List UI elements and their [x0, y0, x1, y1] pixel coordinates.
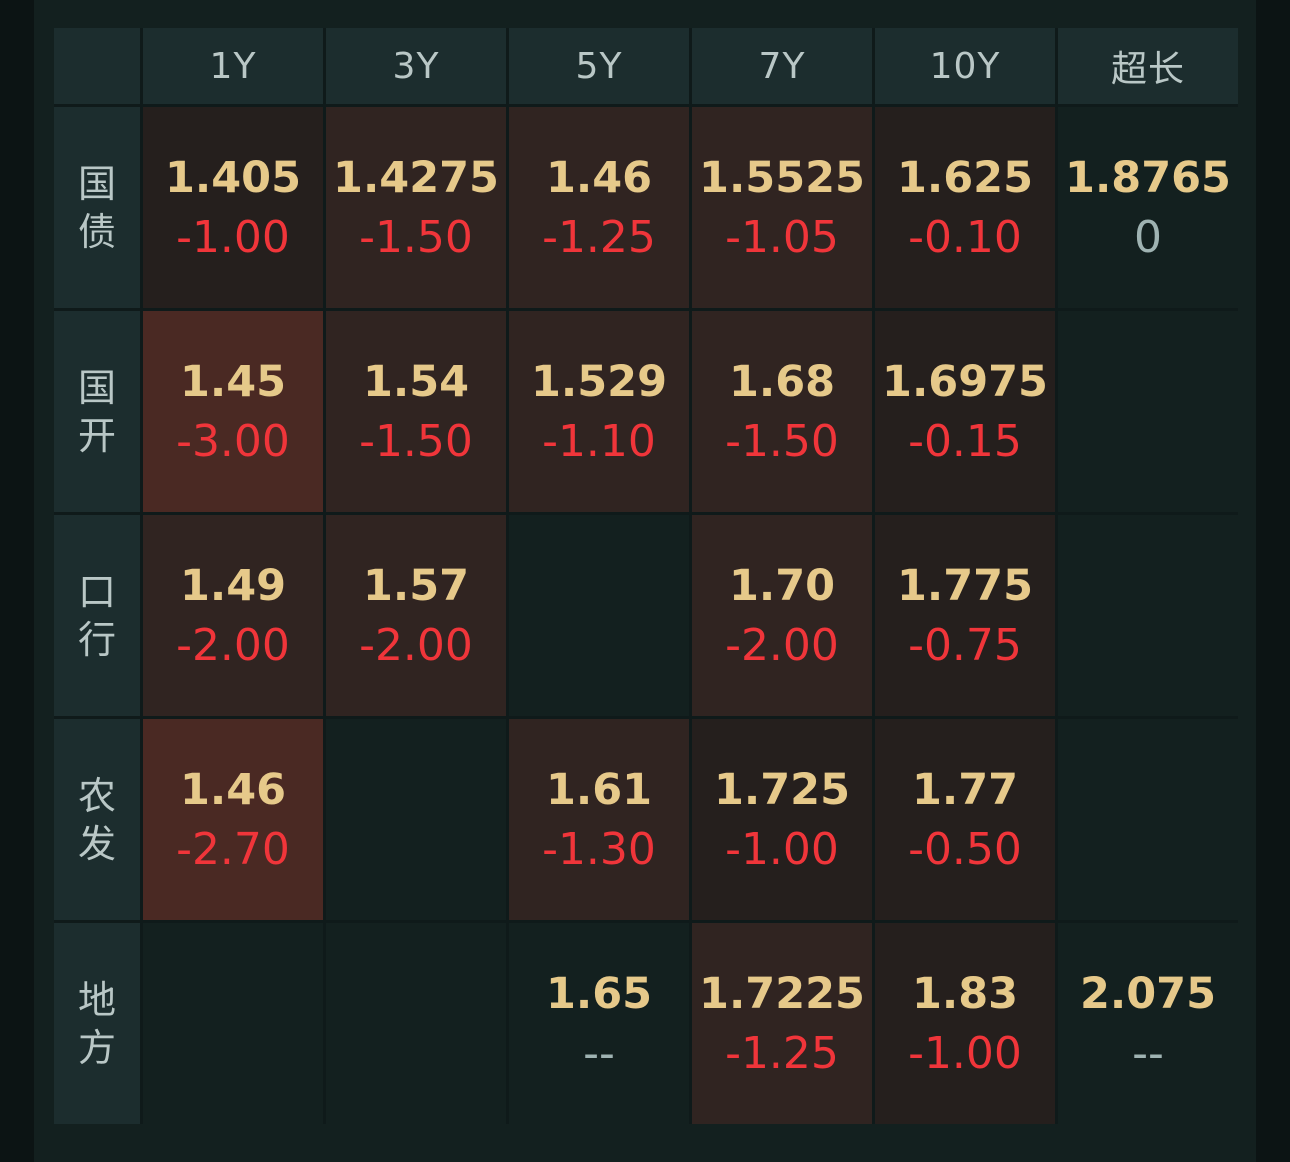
- change-value: -1.00: [176, 211, 290, 263]
- empty-cell: [1058, 311, 1238, 512]
- change-value: --: [1132, 1027, 1164, 1079]
- yield-value: 1.45: [179, 356, 287, 407]
- column-header-10y[interactable]: 10Y: [875, 28, 1055, 104]
- row-label-exim[interactable]: 口行: [54, 515, 140, 716]
- quote-cell[interactable]: 1.45 -3.00: [143, 311, 323, 512]
- change-value: -1.05: [725, 211, 839, 263]
- empty-cell: [326, 719, 506, 920]
- yield-value: 1.5525: [699, 152, 865, 203]
- row-label-adbc[interactable]: 农发: [54, 719, 140, 920]
- change-value: -0.10: [908, 211, 1022, 263]
- yield-value: 1.8765: [1065, 152, 1231, 203]
- quote-cell[interactable]: 1.5525 -1.05: [692, 107, 872, 308]
- row-label-char: 农: [77, 773, 116, 818]
- quote-cell[interactable]: 1.77 -0.50: [875, 719, 1055, 920]
- quote-cell[interactable]: 1.6975 -0.15: [875, 311, 1055, 512]
- quote-cell[interactable]: 1.61 -1.30: [509, 719, 689, 920]
- quote-cell[interactable]: 1.83 -1.00: [875, 923, 1055, 1124]
- yield-value: 2.075: [1079, 968, 1216, 1019]
- yield-value: 1.775: [896, 560, 1033, 611]
- row-label-char: 口: [77, 569, 116, 614]
- quote-cell[interactable]: 1.65 --: [509, 923, 689, 1124]
- yield-value: 1.4275: [333, 152, 499, 203]
- yield-value: 1.54: [362, 356, 470, 407]
- change-value: -2.70: [176, 823, 290, 875]
- quote-cell[interactable]: 1.725 -1.00: [692, 719, 872, 920]
- change-value: -1.00: [908, 1027, 1022, 1079]
- bond-yield-matrix: 1Y 3Y 5Y 7Y 10Y 超长 国债 1.405 -1.00 1.4275 -1.…: [54, 28, 1238, 1124]
- yield-value: 1.46: [179, 764, 287, 815]
- change-value: -1.30: [542, 823, 656, 875]
- change-value: -3.00: [176, 415, 290, 467]
- row-label-char: 国: [77, 161, 116, 206]
- change-value: 0: [1134, 211, 1162, 263]
- row-label-cdb[interactable]: 国开: [54, 311, 140, 512]
- change-value: -2.00: [176, 619, 290, 671]
- quote-cell[interactable]: 1.49 -2.00: [143, 515, 323, 716]
- empty-cell: [143, 923, 323, 1124]
- yield-value: 1.625: [896, 152, 1033, 203]
- header-corner: [54, 28, 140, 104]
- yield-value: 1.83: [911, 968, 1019, 1019]
- quote-cell[interactable]: 1.57 -2.00: [326, 515, 506, 716]
- quote-cell[interactable]: 1.4275 -1.50: [326, 107, 506, 308]
- yield-value: 1.65: [545, 968, 653, 1019]
- quote-cell[interactable]: 1.70 -2.00: [692, 515, 872, 716]
- column-header-7y[interactable]: 7Y: [692, 28, 872, 104]
- change-value: -1.50: [359, 415, 473, 467]
- change-value: -2.00: [359, 619, 473, 671]
- empty-cell: [1058, 719, 1238, 920]
- change-value: -0.15: [908, 415, 1022, 467]
- yield-value: 1.70: [728, 560, 836, 611]
- change-value: -2.00: [725, 619, 839, 671]
- quote-cell[interactable]: 1.46 -2.70: [143, 719, 323, 920]
- quote-cell[interactable]: 1.7225 -1.25: [692, 923, 872, 1124]
- change-value: -1.25: [542, 211, 656, 263]
- change-value: --: [583, 1027, 615, 1079]
- column-header-3y[interactable]: 3Y: [326, 28, 506, 104]
- change-value: -1.00: [725, 823, 839, 875]
- row-label-char: 方: [77, 1025, 116, 1070]
- change-value: -1.50: [359, 211, 473, 263]
- change-value: -0.50: [908, 823, 1022, 875]
- row-label-char: 债: [77, 209, 116, 254]
- row-label-local[interactable]: 地方: [54, 923, 140, 1124]
- yield-value: 1.725: [713, 764, 850, 815]
- column-header-ultra-long[interactable]: 超长: [1058, 28, 1238, 104]
- quote-cell[interactable]: 1.775 -0.75: [875, 515, 1055, 716]
- yield-value: 1.57: [362, 560, 470, 611]
- yield-value: 1.49: [179, 560, 287, 611]
- change-value: -0.75: [908, 619, 1022, 671]
- quote-cell[interactable]: 1.529 -1.10: [509, 311, 689, 512]
- yield-value: 1.61: [545, 764, 653, 815]
- row-label-char: 国: [77, 365, 116, 410]
- quote-cell[interactable]: 1.46 -1.25: [509, 107, 689, 308]
- yield-value: 1.529: [530, 356, 667, 407]
- row-label-char: 开: [77, 413, 116, 458]
- column-header-1y[interactable]: 1Y: [143, 28, 323, 104]
- change-value: -1.25: [725, 1027, 839, 1079]
- change-value: -1.50: [725, 415, 839, 467]
- row-label-char: 行: [77, 617, 116, 662]
- yield-value: 1.68: [728, 356, 836, 407]
- empty-cell: [1058, 515, 1238, 716]
- quote-cell[interactable]: 1.625 -0.10: [875, 107, 1055, 308]
- empty-cell: [326, 923, 506, 1124]
- quote-cell[interactable]: 1.68 -1.50: [692, 311, 872, 512]
- empty-cell: [509, 515, 689, 716]
- change-value: -1.10: [542, 415, 656, 467]
- quote-cell[interactable]: 1.54 -1.50: [326, 311, 506, 512]
- row-label-treasury[interactable]: 国债: [54, 107, 140, 308]
- yield-value: 1.6975: [882, 356, 1048, 407]
- yield-value: 1.46: [545, 152, 653, 203]
- quote-cell[interactable]: 1.8765 0: [1058, 107, 1238, 308]
- yield-value: 1.405: [164, 152, 301, 203]
- row-label-char: 发: [77, 821, 116, 866]
- row-label-char: 地: [77, 977, 116, 1022]
- column-header-5y[interactable]: 5Y: [509, 28, 689, 104]
- yield-value: 1.77: [911, 764, 1019, 815]
- quote-cell[interactable]: 2.075 --: [1058, 923, 1238, 1124]
- yield-value: 1.7225: [699, 968, 865, 1019]
- quote-cell[interactable]: 1.405 -1.00: [143, 107, 323, 308]
